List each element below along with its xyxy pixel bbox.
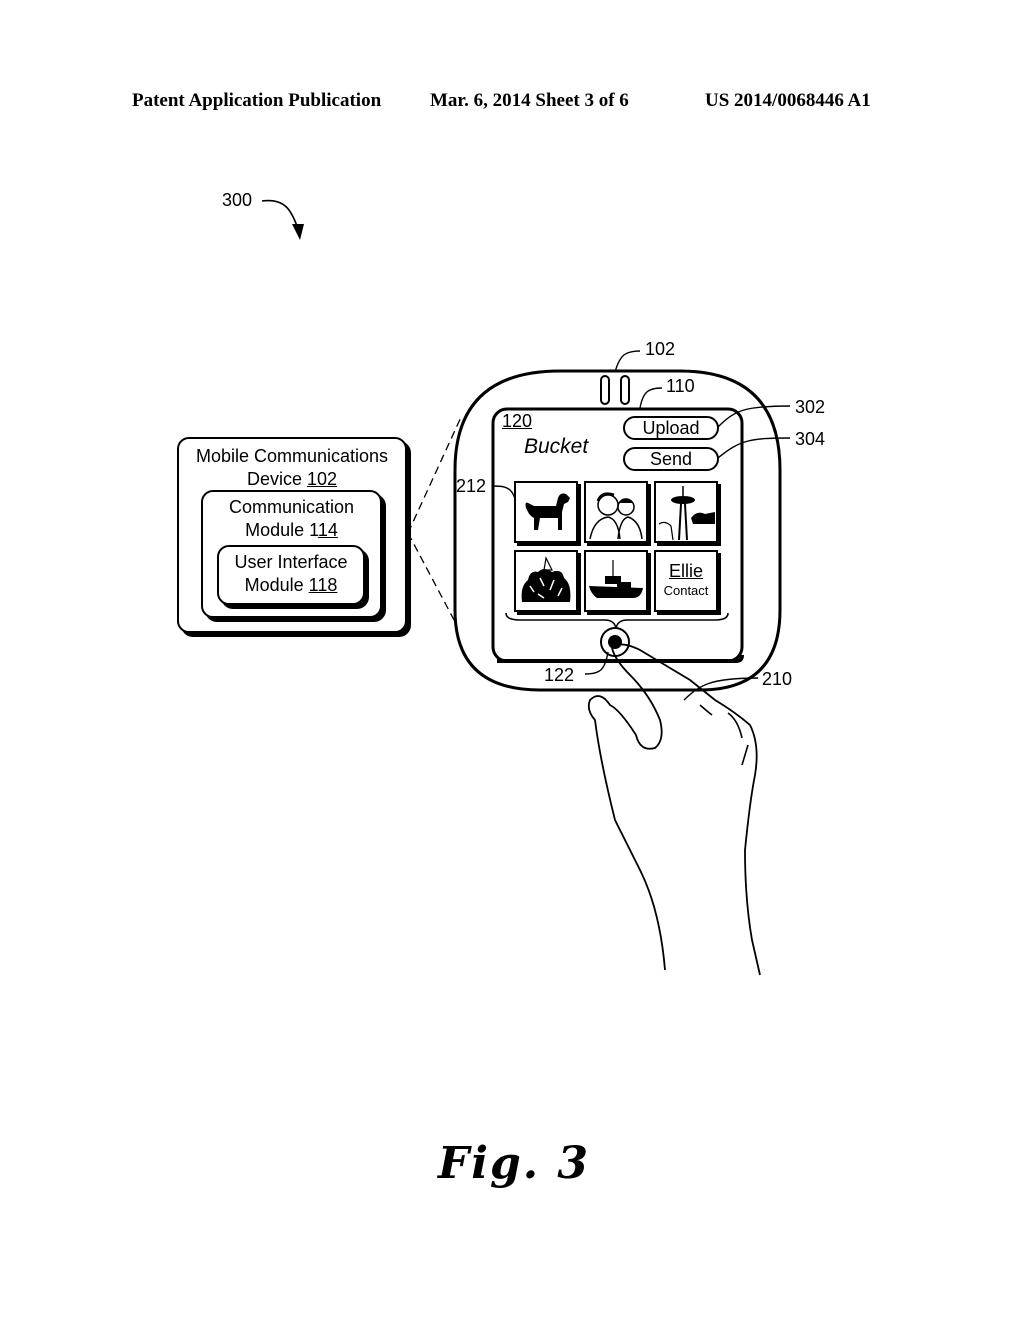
trees-icon [521,556,571,602]
figure-caption: Fig. 3 [438,1138,590,1189]
mobile-device-ref: 102 [306,469,338,489]
mobile-device-label-line2: Device [246,469,307,489]
tile-trees[interactable] [514,550,578,612]
tile-boat[interactable] [584,550,648,612]
ref-122: 122 [544,665,575,685]
tile-dog[interactable] [514,481,578,543]
space-needle-icon [658,486,715,540]
tile-contact[interactable]: Ellie Contact [654,550,718,612]
communication-module-label-line1: Communication [228,497,355,517]
ref-110: 110 [666,376,695,396]
arrowhead-icon [292,224,304,240]
contact-label: Contact [663,583,709,598]
ui-module-ref: 118 [308,575,338,595]
dog-icon [525,493,570,530]
ref-212: 212 [456,476,487,496]
mobile-device-label-line1: Mobile Communications [195,446,389,466]
ref-120: 120 [502,411,533,431]
upload-button[interactable]: Upload [623,416,719,440]
tile-people[interactable] [584,481,648,543]
ref-304: 304 [795,429,826,449]
ref-102: 102 [645,339,676,359]
bucket-title: Bucket [524,435,589,458]
hand-outline [611,643,761,976]
boat-icon [589,560,643,598]
ui-module-label-line2: Module [244,575,309,595]
ui-module-label-line1: User Interface [234,552,348,572]
figure-ref-300: 300 [222,190,253,210]
people-icon [589,492,643,539]
speaker-slot-icon [600,375,610,405]
speaker-slot-icon [620,375,630,405]
contact-name: Ellie [668,561,703,581]
ref-302: 302 [795,397,826,417]
send-button[interactable]: Send [623,447,719,471]
tile-space-needle[interactable] [654,481,718,543]
ref-210: 210 [762,669,793,689]
communication-module-ref: 14 [317,520,338,540]
communication-module-label-line2: Module 1 [245,520,318,540]
figure-ref-arrow [261,199,300,233]
user-interface-module-block: User Interface Module 118 [217,545,365,605]
figure-drawing [261,199,791,976]
